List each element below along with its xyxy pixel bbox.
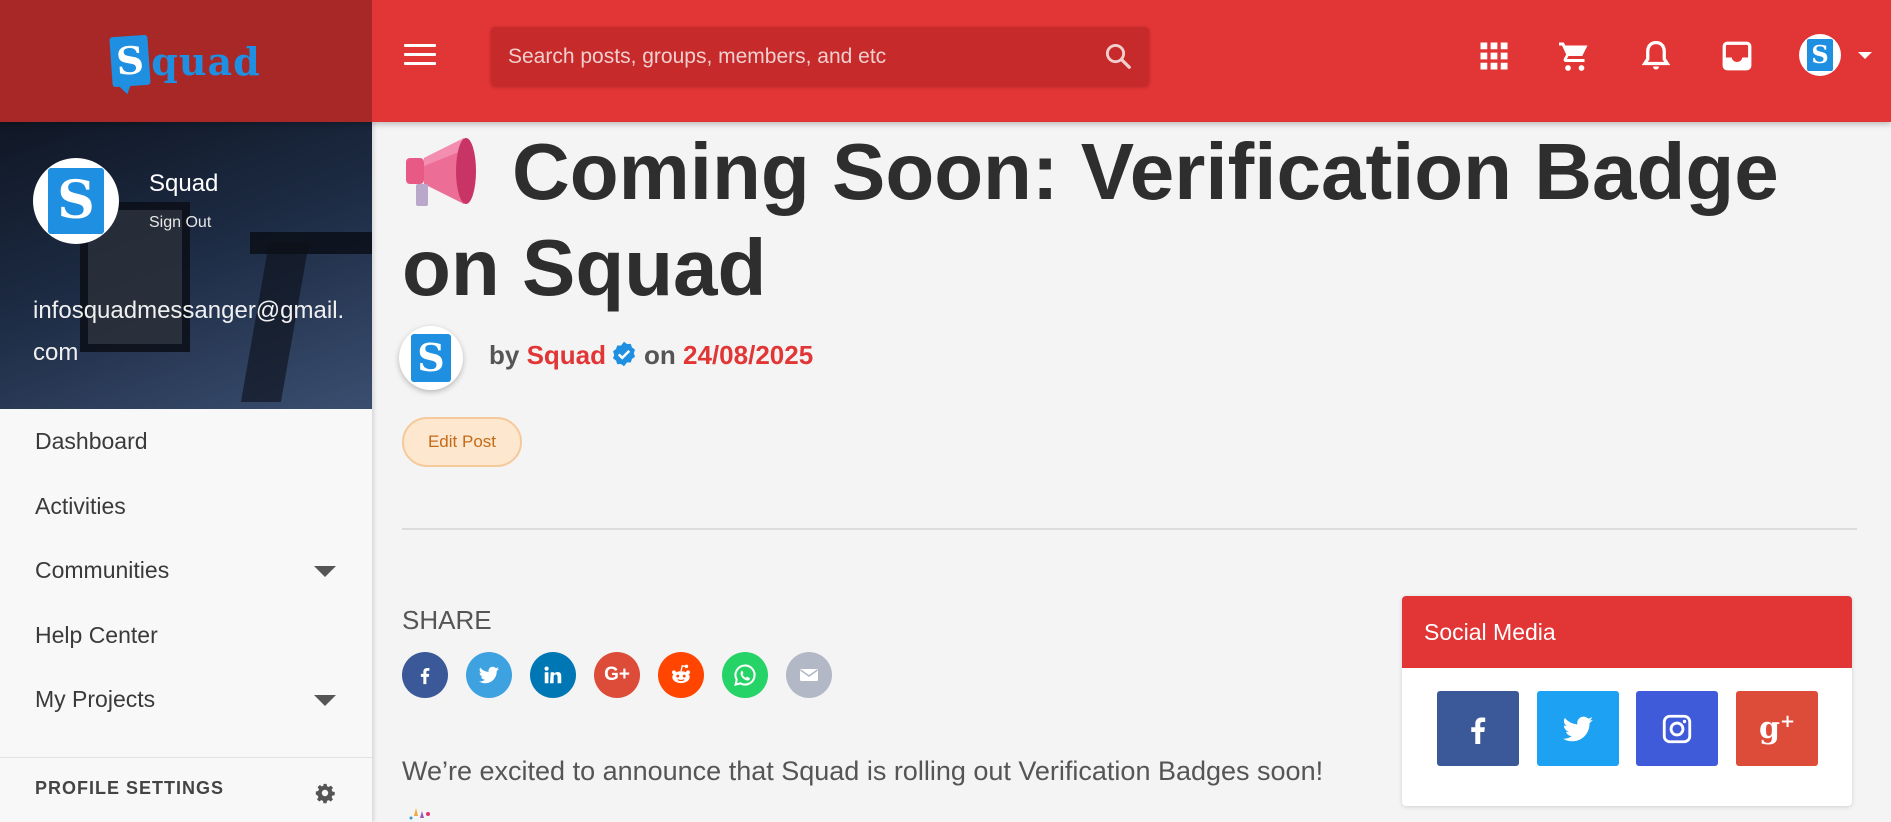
post-title: Coming Soon: Verification Badge on Squad bbox=[402, 124, 1842, 316]
share-reddit-button[interactable] bbox=[658, 652, 704, 698]
reddit-icon bbox=[672, 664, 690, 684]
social-media-title: Social Media bbox=[1402, 596, 1852, 668]
sidebar-item-my-projects[interactable]: My Projects bbox=[0, 667, 372, 732]
gear-icon bbox=[315, 783, 335, 804]
sidebar-item-label: Dashboard bbox=[35, 428, 148, 454]
sidebar-item-activities[interactable]: Activities bbox=[0, 474, 372, 539]
search-icon[interactable] bbox=[1103, 41, 1133, 71]
megaphone-icon bbox=[406, 138, 476, 206]
avatar-letter: S bbox=[411, 334, 451, 382]
facebook-icon bbox=[1471, 716, 1486, 744]
post-date: 24/08/2025 bbox=[683, 340, 814, 370]
post-byline: by Squad on 24/08/2025 bbox=[489, 340, 813, 371]
google-plus-icon: g+ bbox=[1758, 711, 1796, 746]
search-bar bbox=[491, 27, 1149, 86]
logo-mark: S bbox=[109, 34, 151, 88]
avatar-letter: S bbox=[1807, 39, 1833, 71]
sidebar-item-label: My Projects bbox=[35, 686, 156, 712]
social-twitter-button[interactable] bbox=[1537, 691, 1619, 766]
author-avatar[interactable]: S bbox=[399, 326, 463, 390]
byline-by: by bbox=[489, 340, 520, 370]
profile-settings-label: PROFILE SETTINGS bbox=[35, 778, 225, 798]
share-twitter-button[interactable] bbox=[466, 652, 512, 698]
menu-icon[interactable] bbox=[404, 44, 436, 68]
social-facebook-button[interactable] bbox=[1437, 691, 1519, 766]
share-facebook-button[interactable] bbox=[402, 652, 448, 698]
author-link[interactable]: Squad bbox=[527, 340, 606, 370]
social-instagram-button[interactable] bbox=[1636, 691, 1718, 766]
sidebar-item-label: Communities bbox=[35, 557, 170, 583]
twitter-icon bbox=[1562, 716, 1593, 741]
post-title-text: Coming Soon: Verification Badge on Squad bbox=[402, 127, 1779, 312]
profile-name[interactable]: Squad bbox=[149, 170, 218, 198]
verified-badge-icon bbox=[613, 341, 635, 367]
avatar-letter: S bbox=[48, 168, 104, 234]
google-plus-icon: G+ bbox=[604, 664, 630, 685]
chevron-down-icon[interactable] bbox=[1858, 52, 1872, 59]
profile-card: S Squad Sign Out infosquadmessanger@gmai… bbox=[0, 122, 372, 409]
facebook-icon bbox=[420, 667, 430, 685]
sidebar-item-label: Help Center bbox=[35, 621, 158, 648]
inbox-icon[interactable] bbox=[1719, 38, 1755, 74]
logo-text: quad bbox=[151, 38, 261, 84]
chevron-down-icon[interactable] bbox=[314, 695, 336, 706]
twitter-icon bbox=[478, 666, 499, 684]
profile-email: infosquadmessanger@gmail.com bbox=[33, 297, 345, 366]
sparkles-icon bbox=[409, 808, 430, 820]
share-google-plus-button[interactable]: G+ bbox=[594, 652, 640, 698]
sign-out-link[interactable]: Sign Out bbox=[149, 214, 211, 232]
cart-icon[interactable] bbox=[1556, 38, 1592, 74]
top-bar: S quad S bbox=[0, 0, 1891, 122]
email-icon bbox=[800, 669, 818, 681]
logo[interactable]: S quad bbox=[0, 0, 372, 122]
social-google-plus-button[interactable]: g+ bbox=[1736, 691, 1818, 766]
search-input[interactable] bbox=[491, 27, 1091, 86]
edit-post-button[interactable]: Edit Post bbox=[402, 417, 522, 467]
linkedin-icon bbox=[544, 666, 562, 684]
post-body-text: We’re excited to announce that Squad is … bbox=[402, 756, 1324, 786]
byline-on: on bbox=[644, 340, 676, 370]
apps-grid-icon[interactable] bbox=[1476, 38, 1512, 74]
sidebar-item-label: Activities bbox=[35, 492, 126, 519]
whatsapp-icon bbox=[734, 664, 756, 686]
instagram-icon bbox=[1662, 714, 1692, 743]
share-whatsapp-button[interactable] bbox=[722, 652, 768, 698]
social-media-widget: Social Media g+ bbox=[1402, 596, 1852, 806]
sidebar-item-dashboard[interactable]: Dashboard bbox=[0, 409, 372, 474]
sidebar-nav: Dashboard Activities Communities Help Ce… bbox=[0, 409, 372, 732]
share-linkedin-button[interactable] bbox=[530, 652, 576, 698]
divider bbox=[402, 528, 1857, 530]
bell-icon[interactable] bbox=[1638, 38, 1674, 74]
chevron-down-icon[interactable] bbox=[314, 566, 336, 577]
share-email-button[interactable] bbox=[786, 652, 832, 698]
share-label: SHARE bbox=[402, 605, 492, 635]
user-avatar[interactable]: S bbox=[1799, 34, 1841, 76]
sidebar-item-help-center[interactable]: Help Center bbox=[0, 603, 372, 668]
sidebar-item-communities[interactable]: Communities bbox=[0, 538, 372, 603]
profile-settings-button[interactable]: PROFILE SETTINGS bbox=[0, 757, 372, 822]
profile-avatar[interactable]: S bbox=[33, 158, 119, 244]
sidebar: S Squad Sign Out infosquadmessanger@gmai… bbox=[0, 122, 372, 822]
